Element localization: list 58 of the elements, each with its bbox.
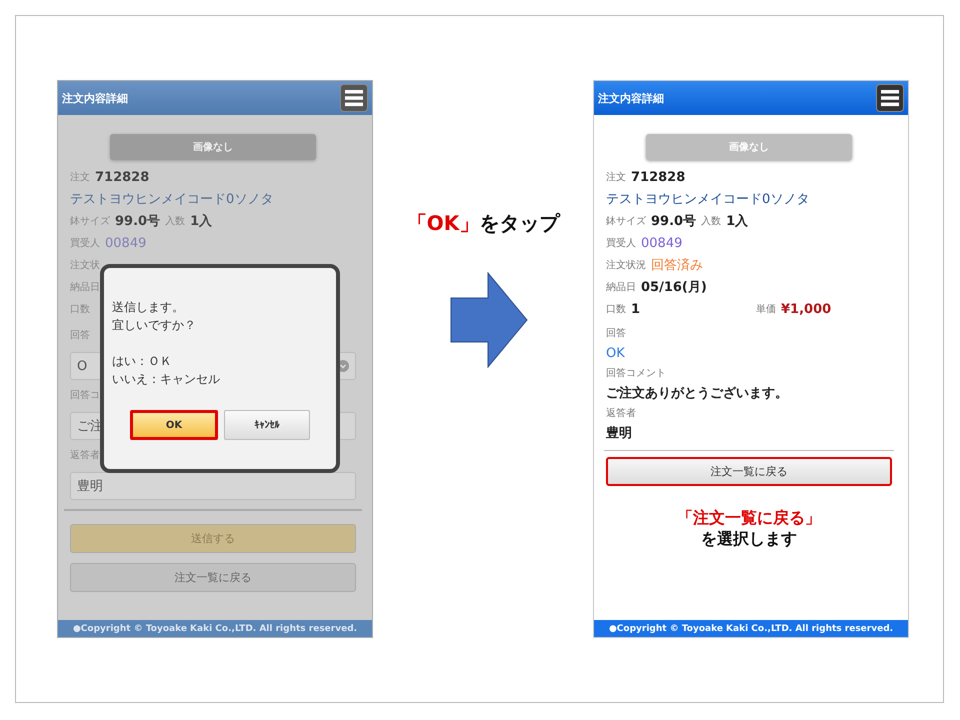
copyright-footer: ●Copyright © Toyoake Kaki Co.,LTD. All rights reserved. [594,620,908,637]
field-label: 入数 [701,214,722,228]
dialog-message: いいえ：キャンセル [112,371,221,388]
right-arrow-icon [450,272,528,368]
field-value: 1入 [190,212,212,230]
back-to-list-button[interactable]: 注文一覧に戻る [70,563,356,592]
field-value: 1入 [726,212,748,230]
field-label: 回答コ [70,389,100,402]
field-value: 回答済み [651,257,703,274]
menu-icon[interactable] [876,84,904,112]
field-label: 口数 [606,303,626,316]
field-value: 712828 [631,170,686,184]
field-value: 712828 [95,170,150,184]
caption-highlight: 「OK」 [406,210,480,237]
page-title: 注文内容詳細 [62,90,128,106]
field-value: ご注文ありがとうございます。 [606,384,788,402]
field-label: 回答コメント [606,367,666,380]
copyright-footer: ●Copyright © Toyoake Kaki Co.,LTD. All rights reserved. [58,620,372,637]
page-title: 注文内容詳細 [598,90,664,106]
field-label: 注文状 [70,258,100,272]
product-name: テストヨウヒンメイコード0ソノタ [70,191,274,208]
dialog-message: はい：ＯＫ [112,353,173,370]
field-label: 回答 [606,327,626,340]
field-value: 00849 [105,236,146,250]
field-label: 納品日 [70,281,100,294]
cancel-button[interactable]: ｷｬﾝｾﾙ [224,410,310,440]
field-label: 買受人 [606,236,636,250]
dialog-message: 送信します。 [112,299,185,316]
field-label: 注文 [70,170,90,184]
responder-field[interactable]: 豊明 [70,472,356,500]
field-label: 返答者 [70,448,100,462]
field-value: 豊明 [606,425,632,442]
field-label: 注文状況 [606,258,646,272]
field-label: 返答者 [606,406,636,420]
product-name: テストヨウヒンメイコード0ソノタ [606,191,810,208]
field-label: 鉢サイズ [606,214,646,228]
field-label: 注文 [606,170,626,184]
field-value: 00849 [641,236,682,250]
field-value: ¥1,000 [781,302,832,316]
field-label: 買受人 [70,236,100,250]
field-label: 納品日 [606,281,636,294]
field-value: 05/16(月) [641,279,707,296]
field-label: 口数 [70,303,90,316]
field-value: 99.0号 [651,213,696,230]
dialog-message: 宜しいですか？ [112,317,197,334]
field-value: 1 [631,302,642,316]
field-label: 鉢サイズ [70,214,110,228]
field-label: 単価 [756,303,776,316]
field-label: 回答 [70,329,90,342]
field-label: 入数 [165,214,186,228]
field-value: OK [606,346,625,360]
caption-text: をタップ [479,210,560,237]
menu-icon[interactable] [340,84,368,112]
back-to-list-button[interactable]: 注文一覧に戻る [606,457,892,486]
field-value: 99.0号 [115,213,160,230]
instruction-text: を選択します [700,529,798,550]
ok-button[interactable]: OK [130,410,218,440]
instruction-highlight: 「注文一覧に戻る」 [676,508,822,529]
